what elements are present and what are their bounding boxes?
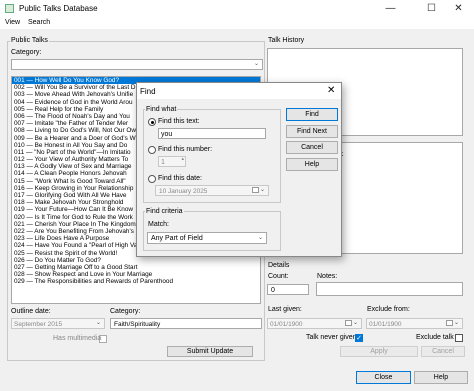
window-title: Public Talks Database — [19, 4, 98, 13]
list-item[interactable]: 029 — The Responsibilities and Rewards o… — [12, 278, 260, 285]
find-number-radio[interactable] — [148, 146, 156, 154]
list-item[interactable]: 027 — Getting Marriage Off to a Good Sta… — [12, 264, 260, 271]
chevron-down-icon: ⌄ — [257, 235, 263, 241]
calendar-icon — [345, 320, 352, 326]
last-given-label: Last given: — [268, 306, 302, 313]
menu-view[interactable]: View — [5, 19, 20, 26]
calendar-icon — [446, 320, 453, 326]
find-button[interactable]: Find — [286, 108, 338, 121]
exclude-from-field: 01/01/1900 ⌄ — [366, 318, 463, 329]
never-given-label: Talk never given — [306, 334, 357, 341]
details-label: Details — [268, 262, 290, 269]
last-given-value: 01/01/1900 — [270, 320, 303, 328]
find-date-radio[interactable] — [148, 175, 156, 183]
notes-field[interactable] — [316, 282, 463, 296]
category-dropdown[interactable]: ⌄ — [11, 59, 263, 70]
match-value: Any Part of Field — [151, 235, 203, 242]
exclude-talk-label: Exclude talk — [416, 334, 454, 341]
find-criteria-label: Find criteria — [145, 208, 184, 215]
details-cancel-button[interactable]: Cancel — [421, 346, 465, 357]
menu-bar — [0, 18, 474, 29]
match-dropdown[interactable]: Any Part of Field ⌄ — [147, 232, 267, 244]
chevron-down-icon: ⌄ — [352, 320, 358, 326]
menu-search[interactable]: Search — [28, 19, 50, 26]
chevron-down-icon: ⌄ — [95, 320, 101, 326]
outline-date-field: September 2015 ⌄ — [11, 318, 105, 329]
find-help-button[interactable]: Help — [286, 158, 338, 171]
count-value: 0 — [271, 286, 275, 294]
find-dialog: Find ✕ Find what Find this text: you Fin… — [136, 82, 342, 257]
find-next-button[interactable]: Find Next — [286, 125, 338, 138]
find-number-value: 1 — [161, 158, 165, 166]
calendar-icon — [252, 187, 259, 193]
find-number-stepper: 1 ▴ — [158, 156, 186, 167]
notes-label: Notes: — [317, 273, 338, 280]
submit-update-button[interactable]: Submit Update — [167, 346, 253, 357]
category2-label: Category: — [110, 308, 141, 315]
chevron-down-icon: ⌄ — [259, 187, 265, 193]
apply-button[interactable]: Apply — [340, 346, 418, 357]
find-dialog-titlebar — [137, 83, 341, 99]
exclude-from-label: Exclude from: — [367, 306, 410, 313]
last-given-field: 01/01/1900 ⌄ — [267, 318, 362, 329]
public-talks-label: Public Talks — [10, 37, 49, 44]
category-label: Category: — [11, 49, 42, 56]
find-date-label: Find this date: — [158, 175, 202, 182]
close-icon[interactable]: ✕ — [327, 85, 335, 96]
category2-value: Faith/Spirituality — [114, 320, 161, 328]
has-multimedia-label: Has multimedia — [53, 335, 102, 342]
close-button[interactable]: Close — [356, 371, 411, 384]
find-dialog-title: Find — [140, 87, 156, 96]
list-item[interactable]: 026 — Do You Matter To God? — [12, 257, 260, 264]
find-date-value: 10 January 2025 — [159, 187, 208, 195]
match-label: Match: — [148, 221, 170, 228]
list-item[interactable]: 028 — Show Respect and Love in Your Marr… — [12, 271, 260, 278]
find-cancel-button[interactable]: Cancel — [286, 141, 338, 154]
count-label: Count: — [268, 273, 289, 280]
minimize-button[interactable]: — — [375, 0, 406, 18]
talk-history-label: Talk History — [268, 37, 305, 44]
find-number-label: Find this number: — [158, 146, 213, 153]
find-text-input[interactable]: you — [158, 128, 266, 139]
find-criteria-group — [143, 211, 281, 251]
category2-field: Faith/Spirituality — [110, 318, 262, 329]
count-field[interactable]: 0 — [267, 284, 309, 295]
find-text-value: you — [161, 130, 173, 138]
stepper-icon: ▴ — [181, 156, 184, 162]
outline-date-value: September 2015 — [14, 320, 63, 328]
find-date-field: 10 January 2025 ⌄ — [155, 185, 269, 196]
never-given-checkbox[interactable]: ✓ — [355, 334, 363, 342]
help-button[interactable]: Help — [414, 371, 468, 384]
app-icon — [5, 4, 14, 13]
close-window-button[interactable]: ✕ — [443, 0, 474, 18]
find-what-label: Find what — [145, 106, 178, 113]
exclude-from-value: 01/01/1900 — [369, 320, 402, 328]
outline-date-label: Outline date: — [11, 308, 51, 315]
chevron-down-icon: ⌄ — [453, 320, 459, 326]
find-text-label: Find this text: — [158, 118, 200, 125]
exclude-talk-checkbox[interactable] — [455, 334, 463, 342]
chevron-down-icon: ⌄ — [253, 61, 259, 67]
find-text-radio[interactable] — [148, 118, 156, 126]
